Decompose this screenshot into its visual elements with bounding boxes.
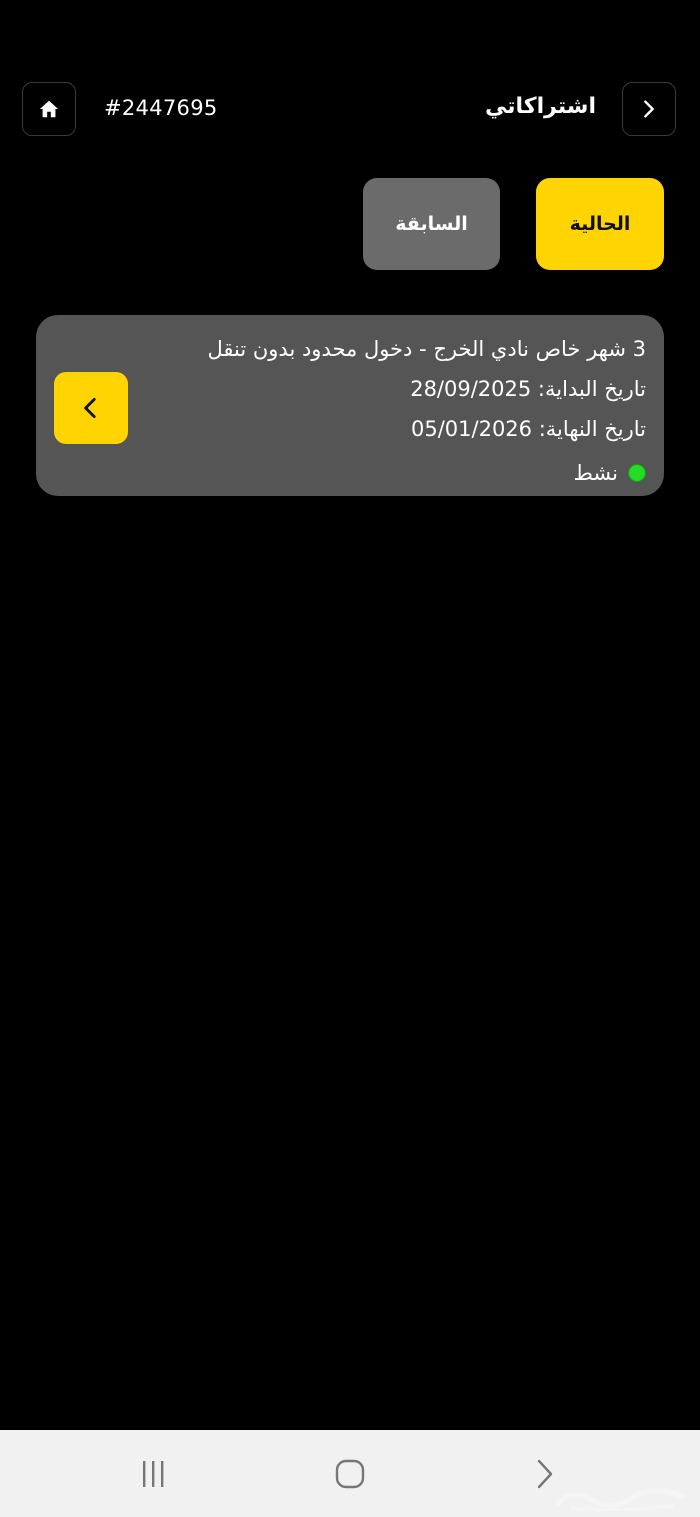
subscription-status: نشط — [146, 453, 646, 493]
tab-previous[interactable]: السابقة — [363, 178, 500, 270]
system-home-icon — [335, 1459, 365, 1488]
subscription-open-button[interactable] — [54, 372, 128, 444]
status-label: نشط — [573, 461, 618, 485]
subscription-start-date: تاريخ البداية: 28/09/2025 — [410, 377, 646, 401]
status-dot-icon — [628, 464, 646, 482]
recent-apps-icon — [143, 1460, 164, 1487]
subscription-details: 3 شهر خاص نادي الخرج - دخول محدود بدون ت… — [146, 333, 646, 493]
subscriptions-screen: #2447695 اشتراكاتي الحالية السابقة 3 شهر… — [0, 0, 700, 1517]
system-home-button[interactable] — [315, 1430, 385, 1517]
watermark-logo — [555, 1488, 685, 1512]
chevron-left-icon — [84, 397, 96, 419]
subscription-name: 3 شهر خاص نادي الخرج - دخول محدود بدون ت… — [207, 337, 646, 361]
home-button[interactable] — [22, 82, 76, 136]
subscription-card[interactable]: 3 شهر خاص نادي الخرج - دخول محدود بدون ت… — [36, 315, 664, 496]
back-button[interactable] — [622, 82, 676, 136]
chevron-right-icon — [644, 100, 654, 118]
page-title: اشتراكاتي — [485, 94, 596, 119]
home-icon — [39, 100, 59, 118]
tab-current[interactable]: الحالية — [536, 178, 664, 270]
order-number: #2447695 — [104, 96, 218, 120]
recent-apps-button[interactable] — [118, 1430, 188, 1517]
subscription-end-date: تاريخ النهاية: 05/01/2026 — [410, 417, 646, 441]
